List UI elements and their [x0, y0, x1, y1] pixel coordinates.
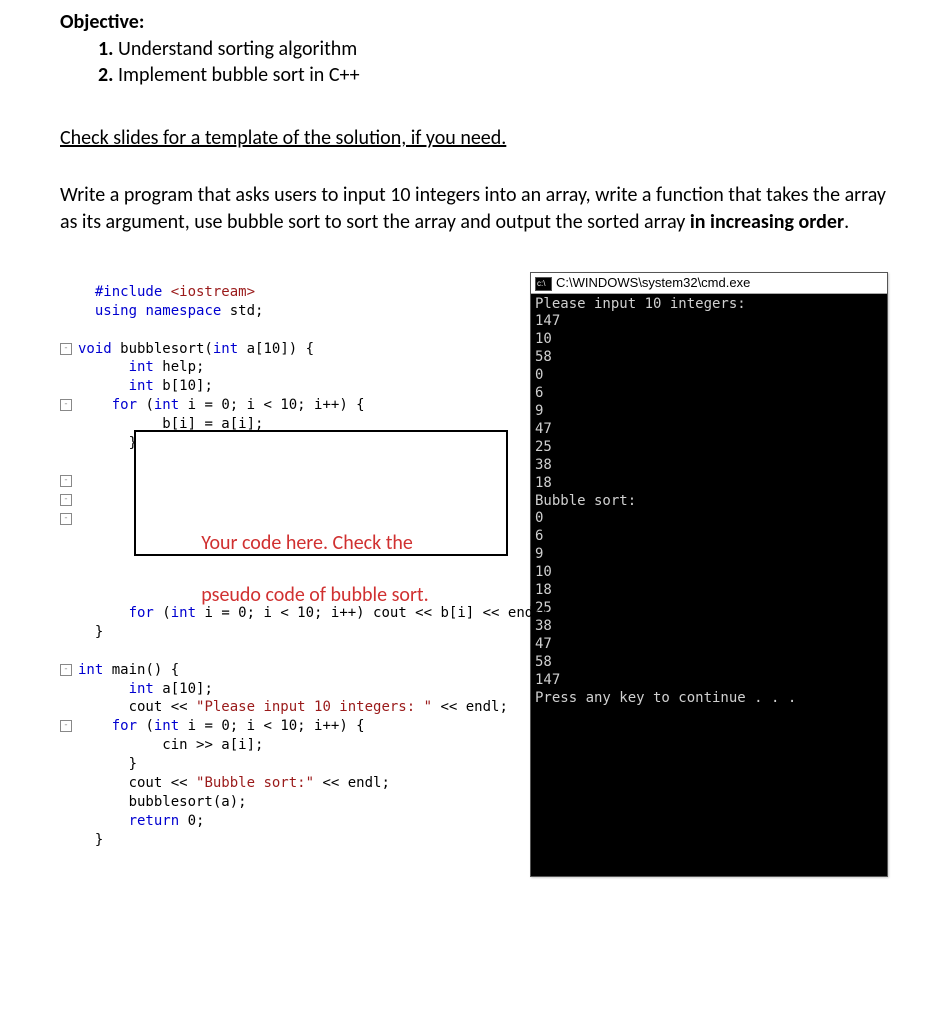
code-editor: #include <iostream> using namespace std;…	[60, 264, 560, 887]
code-token: help;	[154, 359, 205, 375]
fold-icon[interactable]: -	[60, 513, 72, 525]
placeholder-text: Your code here. Check the pseudo code of…	[136, 470, 506, 634]
code-token: a[10]) {	[238, 341, 314, 357]
code-token: int	[213, 341, 238, 357]
check-slides-link: Check slides for a template of the solut…	[60, 126, 506, 150]
list-item: 2. Implement bubble sort in C++	[98, 62, 888, 88]
terminal-title-text: C:\WINDOWS\system32\cmd.exe	[556, 275, 750, 290]
code-token: i = 0; i < 10; i++) {	[179, 397, 364, 413]
code-token: void	[78, 341, 112, 357]
list-text: Understand sorting algorithm	[118, 37, 357, 61]
code-token: 0;	[179, 813, 204, 829]
code-token: "Please input 10 integers: "	[196, 699, 432, 715]
code-placeholder-box: Your code here. Check the pseudo code of…	[134, 430, 508, 556]
placeholder-line1: Your code here. Check the	[201, 531, 413, 555]
code-token: }	[95, 624, 103, 640]
instructions-bold: in increasing order	[690, 210, 844, 234]
code-token: int	[129, 681, 154, 697]
objective-heading: Objective:	[60, 10, 888, 34]
code-token: std;	[221, 303, 263, 319]
list-number: 2.	[98, 63, 113, 87]
terminal-title-bar: c:\C:\WINDOWS\system32\cmd.exe	[531, 273, 887, 294]
code-token: #include	[95, 284, 171, 300]
code-token: << endl;	[432, 699, 508, 715]
code-token: return	[129, 813, 180, 829]
code-token: cin >> a[i];	[162, 737, 263, 753]
code-token: b[10];	[154, 378, 213, 394]
code-token: bubblesort(a);	[129, 794, 247, 810]
list-text: Implement bubble sort in C++	[118, 63, 360, 87]
fold-icon[interactable]: -	[60, 720, 72, 732]
code-token: }	[129, 756, 137, 772]
instructions-paragraph: Write a program that asks users to input…	[60, 182, 888, 236]
terminal-output: Please input 10 integers: 147 10 58 0 6 …	[531, 294, 887, 876]
code-token: int	[129, 359, 154, 375]
code-and-terminal-row: #include <iostream> using namespace std;…	[60, 264, 888, 887]
code-token: cout <<	[129, 775, 196, 791]
code-token: cout <<	[129, 699, 196, 715]
code-token: << endl;	[314, 775, 390, 791]
code-token: bubblesort(	[112, 341, 213, 357]
code-token: int	[154, 397, 179, 413]
code-token: <iostream>	[171, 284, 255, 300]
code-token: int	[129, 378, 154, 394]
code-token: "Bubble sort:"	[196, 775, 314, 791]
code-token: }	[95, 832, 103, 848]
code-token: (	[137, 397, 154, 413]
code-token: a[10];	[154, 681, 213, 697]
list-number: 1.	[98, 37, 113, 61]
terminal-window: c:\C:\WINDOWS\system32\cmd.exe Please in…	[530, 272, 888, 877]
code-token: using	[95, 303, 146, 319]
fold-icon[interactable]: -	[60, 399, 72, 411]
code-token: for	[112, 718, 137, 734]
code-token: i = 0; i < 10; i++) {	[179, 718, 364, 734]
document-page: Objective: 1. Understand sorting algorit…	[0, 0, 948, 927]
instructions-end: .	[844, 210, 849, 234]
placeholder-line2: pseudo code of bubble sort.	[201, 583, 428, 607]
fold-icon[interactable]: -	[60, 494, 72, 506]
code-token: namespace	[145, 303, 221, 319]
code-token: (	[137, 718, 154, 734]
objective-list: 1. Understand sorting algorithm 2. Imple…	[98, 36, 888, 88]
code-token: for	[112, 397, 137, 413]
fold-icon[interactable]: -	[60, 475, 72, 487]
code-token: int	[154, 718, 179, 734]
fold-icon[interactable]: -	[60, 343, 72, 355]
code-token: int	[78, 662, 103, 678]
list-item: 1. Understand sorting algorithm	[98, 36, 888, 62]
fold-icon[interactable]: -	[60, 664, 72, 676]
